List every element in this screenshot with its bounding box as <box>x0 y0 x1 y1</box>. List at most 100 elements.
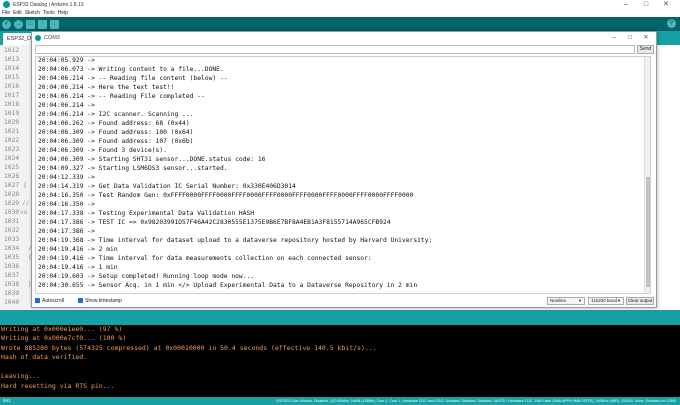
serial-monitor-window: COM3 – □ ✕ Send 20:04:05.929 -> 20:04:06… <box>31 31 657 308</box>
minimize-icon[interactable]: – <box>616 0 636 9</box>
line-number: 1038 <box>4 281 20 288</box>
serial-send-input[interactable] <box>35 45 635 54</box>
autoscroll-label: Autoscroll <box>42 297 64 304</box>
serial-line: 20:04:06.309 -> Found 3 device(s). <box>38 147 167 154</box>
magnifier-icon[interactable]: ⚲ <box>667 19 676 28</box>
serial-line: 20:04:19.416 -> Time interval for data m… <box>38 255 372 262</box>
serial-output-scrollbar[interactable] <box>644 57 650 293</box>
line-number: 1030 <box>4 209 20 216</box>
serial-line: 20:04:17.386 -> TEST IC => 0x98203991D57… <box>38 219 391 226</box>
check-icon[interactable]: ✓ <box>2 19 11 29</box>
minimize-icon[interactable]: – <box>606 32 622 43</box>
line-number: 1026 <box>4 173 20 180</box>
line-number: 1015 <box>4 74 20 81</box>
code-fragment: // <box>22 200 30 207</box>
clear-output-button[interactable]: Clear output <box>626 297 654 305</box>
serial-output-area[interactable]: 20:04:05.929 -> 20:04:06.073 -> Writing … <box>35 56 651 294</box>
line-number: 1012 <box>4 47 20 54</box>
ide-titlebar: ESP32 Datalog | Arduino 1.8.13 – □ ✕ <box>0 0 680 9</box>
line-number: 1014 <box>4 65 20 72</box>
serial-monitor-title: COM3 <box>44 34 60 41</box>
ide-message-strip <box>0 310 680 325</box>
serial-line: 20:04:06.214 -> Here the text test!! <box>38 84 175 91</box>
console-line: Wrote 885280 bytes (574325 compressed) a… <box>1 344 377 352</box>
serial-line: 20:04:06.309 -> Found address: 100 (0x64… <box>38 129 194 136</box>
serial-line: 20:04:17.338 -> Testing Experimental Dat… <box>38 210 255 217</box>
line-number: 1020 <box>4 119 20 126</box>
line-number: 1034 <box>4 245 20 252</box>
serial-window-controls: – □ ✕ <box>606 32 654 43</box>
line-number: 1031 <box>4 218 20 225</box>
serial-line: 20:04:05.929 -> <box>38 57 95 64</box>
ide-title: ESP32 Datalog | Arduino 1.8.13 <box>13 1 84 8</box>
menu-edit[interactable]: Edit <box>13 10 22 16</box>
serial-line: 20:04:12.339 -> <box>38 174 95 181</box>
chevron-down-icon: ▼ <box>578 298 582 303</box>
serial-line: 20:04:06.073 -> Writing content to a fil… <box>38 66 224 73</box>
maximize-icon[interactable]: □ <box>622 32 638 43</box>
line-number: 1024 <box>4 155 20 162</box>
arduino-logo-icon <box>35 34 41 41</box>
line-number: 1027 <box>4 182 20 189</box>
serial-line: 20:04:17.386 -> <box>38 228 95 235</box>
menu-bar: File Edit Sketch Tools Help <box>0 9 680 17</box>
line-number-gutter: 1012 1013 1014 1015 1016 1017 1018 1019 … <box>0 45 28 310</box>
line-number: 1028 <box>4 191 20 198</box>
serial-line: 20:04:19.416 -> 1 min <box>38 264 118 271</box>
serial-line: 20:04:06.214 -> <box>38 102 95 109</box>
line-number: 1040 <box>4 299 20 306</box>
arrow-down-icon[interactable]: ↓ <box>50 19 59 29</box>
console-line: Hard resetting via RTS pin... <box>1 382 115 390</box>
maximize-icon[interactable]: □ <box>636 0 656 9</box>
serial-monitor-titlebar: COM3 – □ ✕ <box>32 32 656 43</box>
serial-line: 20:04:30.655 -> Sensor Acq. in 1 min </>… <box>38 282 418 289</box>
serial-monitor-footer: Autoscroll Show timestamp Newline ▼ 1152… <box>32 295 656 307</box>
line-number: 1037 <box>4 272 20 279</box>
arrow-up-icon[interactable]: ↑ <box>38 19 47 29</box>
menu-sketch[interactable]: Sketch <box>25 10 40 16</box>
close-icon[interactable]: ✕ <box>638 32 654 43</box>
line-number: 1019 <box>4 110 20 117</box>
menu-file[interactable]: File <box>2 10 10 16</box>
line-number: 1033 <box>4 236 20 243</box>
baud-rate-select[interactable]: 115200 baud ▼ <box>588 297 624 305</box>
send-button[interactable]: Send <box>637 45 654 54</box>
autoscroll-checkbox[interactable] <box>35 298 40 303</box>
line-number: 1032 <box>4 227 20 234</box>
line-number: 1036 <box>4 263 20 270</box>
scrollbar-thumb[interactable] <box>646 177 650 287</box>
send-row: Send <box>32 44 656 55</box>
serial-line: 20:04:14.319 -> Get Data Validation IC S… <box>38 183 296 190</box>
arrow-right-icon[interactable]: → <box>14 19 23 29</box>
serial-line: 20:04:19.368 -> Time interval for datase… <box>38 237 433 244</box>
line-number: 1035 <box>4 254 20 261</box>
serial-line: 20:04:19.416 -> 2 min <box>38 246 118 253</box>
code-fragment: vo <box>20 209 28 216</box>
show-timestamp-checkbox[interactable] <box>78 298 83 303</box>
menu-tools[interactable]: Tools <box>43 10 55 16</box>
code-fragment: { <box>23 182 27 189</box>
line-number: 1029 <box>4 200 20 207</box>
line-number: 1025 <box>4 164 20 171</box>
serial-line: 20:04:06.214 -> I2C scanner. Scanning ..… <box>38 111 194 118</box>
line-number: 1018 <box>4 101 20 108</box>
console-line: Writing at 0x000e1ee0... (97 %) <box>1 325 123 333</box>
serial-line: 20:04:16.350 -> Test Random Gen: 0xFFFF0… <box>38 192 414 199</box>
line-number: 1021 <box>4 128 20 135</box>
serial-line: 20:04:16.350 -> <box>38 201 95 208</box>
line-ending-value: Newline <box>550 298 567 303</box>
build-console[interactable]: Writing at 0x000e1ee0... (97 %) Writing … <box>0 325 680 397</box>
serial-line: 20:04:06.262 -> Found address: 68 (0x44) <box>38 120 190 127</box>
close-icon[interactable]: ✕ <box>656 0 676 9</box>
menu-help[interactable]: Help <box>58 10 68 16</box>
new-file-icon[interactable]: □ <box>26 19 35 29</box>
line-number: 1023 <box>4 146 20 153</box>
console-line: Leaving... <box>1 372 41 380</box>
serial-line: 20:04:06.309 -> Starting SHT31 sensor...… <box>38 156 266 163</box>
chevron-down-icon: ▼ <box>617 298 621 303</box>
line-ending-select[interactable]: Newline ▼ <box>547 297 585 305</box>
baud-rate-value: 115200 baud <box>591 298 617 303</box>
line-number: 1016 <box>4 83 20 90</box>
show-timestamp-label: Show timestamp <box>85 297 122 304</box>
ide-toolbar: ✓ → □ ↑ ↓ ⚲ <box>0 17 680 31</box>
